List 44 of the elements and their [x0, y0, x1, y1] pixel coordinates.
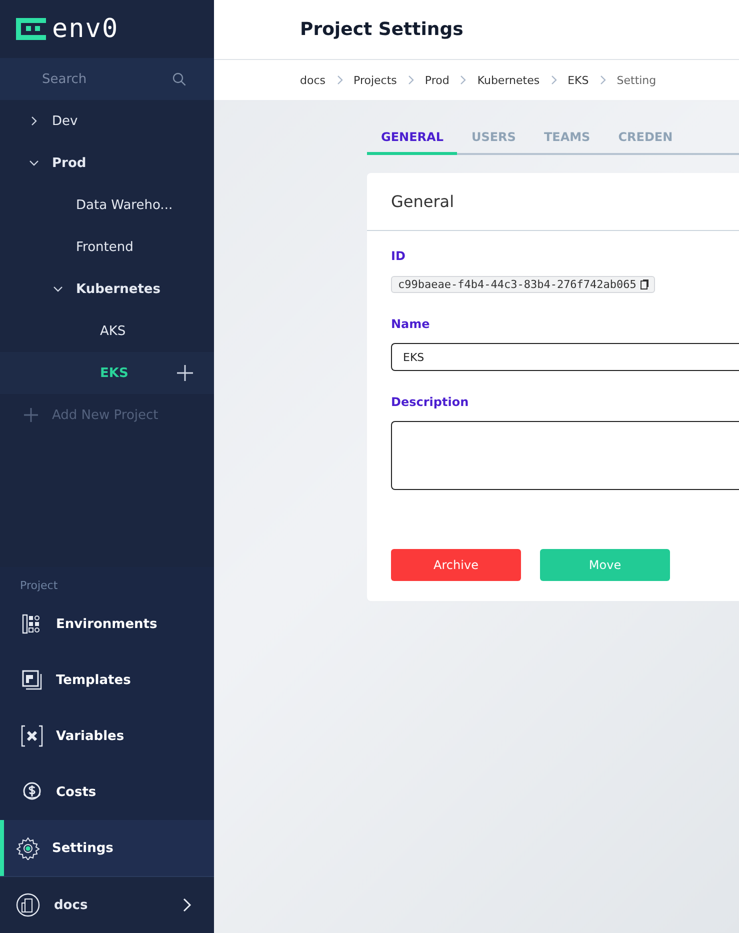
tree-item[interactable]: Data Wareho...	[0, 184, 214, 226]
description-field[interactable]	[391, 421, 739, 490]
template-icon	[20, 668, 44, 692]
nav-item[interactable]: Templates	[0, 652, 214, 708]
breadcrumb-link[interactable]: docs	[300, 74, 326, 86]
chevron-right-icon	[334, 75, 344, 85]
tree-item[interactable]: Kubernetes	[0, 268, 214, 310]
logo-text: env0	[52, 14, 119, 44]
field-label: ID	[391, 249, 406, 263]
tree-item[interactable]: Frontend	[0, 226, 214, 268]
tree-item[interactable]: AKS	[0, 310, 214, 352]
card-title: General	[391, 192, 454, 211]
breadcrumb-link[interactable]: EKS	[568, 74, 589, 86]
section-label: Project	[19, 578, 59, 594]
id-value: c99baeae-f4b4-44c3-83b4-276f742ab065	[398, 278, 636, 291]
chevron-right-icon	[458, 75, 468, 85]
variable-icon	[20, 724, 44, 748]
field-label: Description	[391, 395, 470, 409]
nav-item[interactable]: Settings	[0, 820, 214, 876]
chevron-right-icon[interactable]	[182, 898, 192, 912]
chevron-right-icon	[548, 75, 559, 85]
building-icon	[16, 893, 40, 917]
tab[interactable]: GENERAL	[367, 124, 458, 155]
breadcrumb-link[interactable]: Prod	[424, 74, 450, 86]
tree-item[interactable]: Dev	[0, 100, 214, 142]
field-label: Name	[391, 317, 431, 331]
search-icon[interactable]	[172, 72, 186, 86]
breadcrumb-link[interactable]: Kubernetes	[477, 74, 540, 86]
logo-icon	[16, 18, 46, 40]
nav-item[interactable]: Costs	[0, 764, 214, 820]
tree-item[interactable]: Prod	[0, 142, 214, 184]
nav-item[interactable]: Variables	[0, 708, 214, 764]
page-title: Project Settings	[300, 19, 464, 40]
chevron-right-icon	[406, 75, 416, 85]
breadcrumb-link[interactable]: Projects	[354, 74, 397, 86]
org-name[interactable]: docs	[54, 898, 168, 912]
breadcrumb-link[interactable]: Setting	[616, 74, 656, 86]
chevron-right-icon	[598, 75, 608, 85]
archive-button[interactable]: Archive	[391, 549, 521, 581]
nav-item[interactable]: Environments	[0, 596, 214, 652]
name-field[interactable]: EKS	[391, 343, 739, 371]
tree-item[interactable]: EKS	[0, 352, 214, 394]
copy-icon[interactable]	[640, 279, 650, 290]
settings-icon	[16, 836, 40, 860]
